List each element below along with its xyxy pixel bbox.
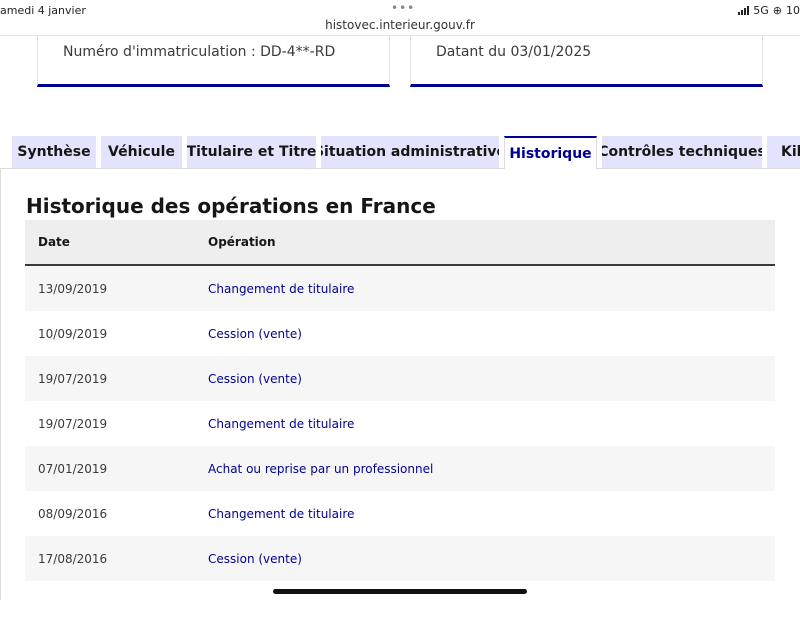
- column-header-operation: Opération: [208, 235, 276, 249]
- row-operation-link[interactable]: Achat ou reprise par un professionnel: [208, 462, 433, 476]
- report-date-card: Datant du 03/01/2025: [410, 36, 763, 87]
- tab-kilometrage[interactable]: Kilo: [767, 136, 800, 168]
- row-operation-link[interactable]: Changement de titulaire: [208, 282, 354, 296]
- row-operation-link[interactable]: Cession (vente): [208, 552, 302, 566]
- tab-titulaire-et-titre[interactable]: Titulaire et Titre: [187, 136, 316, 168]
- column-header-date: Date: [38, 235, 70, 249]
- table-row: 17/08/2016 Cession (vente): [25, 536, 775, 581]
- tab-synthese[interactable]: Synthèse: [12, 136, 96, 168]
- signal-icon: [738, 6, 750, 15]
- tab-controles-techniques[interactable]: Contrôles techniques: [602, 136, 762, 168]
- table-row: 10/09/2019 Cession (vente): [25, 311, 775, 356]
- rotation-lock-icon: ⊕: [772, 4, 782, 17]
- plate-number: Numéro d'immatriculation : DD-4**-RD: [63, 44, 336, 60]
- history-table: Date Opération 13/09/2019 Changement de …: [25, 220, 775, 626]
- table-row: 19/07/2019 Changement de titulaire: [25, 401, 775, 446]
- row-operation-link[interactable]: Cession (vente): [208, 327, 302, 341]
- tab-situation-administrative[interactable]: Situation administrative: [321, 136, 499, 168]
- status-date: amedi 4 janvier: [0, 4, 86, 17]
- more-dots-icon[interactable]: •••: [391, 1, 415, 15]
- row-operation-link[interactable]: Changement de titulaire: [208, 507, 354, 521]
- table-row: [25, 581, 775, 626]
- plate-card: Numéro d'immatriculation : DD-4**-RD: [37, 36, 390, 87]
- row-operation-link[interactable]: Changement de titulaire: [208, 417, 354, 431]
- row-date: 17/08/2016: [38, 551, 108, 566]
- status-indicators: 5G ⊕ 10: [738, 4, 800, 17]
- tab-bar: Synthèse Véhicule Titulaire et Titre Sit…: [0, 136, 800, 169]
- table-row: 19/07/2019 Cession (vente): [25, 356, 775, 401]
- status-bar: amedi 4 janvier ••• histovec.interieur.g…: [0, 0, 800, 36]
- history-title: Historique des opérations en France: [26, 194, 436, 218]
- tab-vehicule[interactable]: Véhicule: [101, 136, 182, 168]
- report-date: Datant du 03/01/2025: [436, 44, 592, 60]
- row-date: 13/09/2019: [38, 281, 108, 296]
- tab-historique[interactable]: Historique: [504, 136, 597, 169]
- network-type: 5G: [753, 4, 769, 17]
- table-header: Date Opération: [25, 220, 775, 266]
- row-date: 08/09/2016: [38, 506, 108, 521]
- row-date: 19/07/2019: [38, 371, 108, 386]
- row-date: 07/01/2019: [38, 461, 108, 476]
- address-bar-url[interactable]: histovec.interieur.gouv.fr: [0, 18, 800, 32]
- table-row: 08/09/2016 Changement de titulaire: [25, 491, 775, 536]
- table-row: 13/09/2019 Changement de titulaire: [25, 266, 775, 311]
- home-indicator[interactable]: [273, 589, 527, 594]
- row-date: 19/07/2019: [38, 416, 108, 431]
- table-row: 07/01/2019 Achat ou reprise par un profe…: [25, 446, 775, 491]
- row-operation-link[interactable]: Cession (vente): [208, 372, 302, 386]
- row-date: 10/09/2019: [38, 326, 108, 341]
- battery-level: 10: [786, 4, 800, 17]
